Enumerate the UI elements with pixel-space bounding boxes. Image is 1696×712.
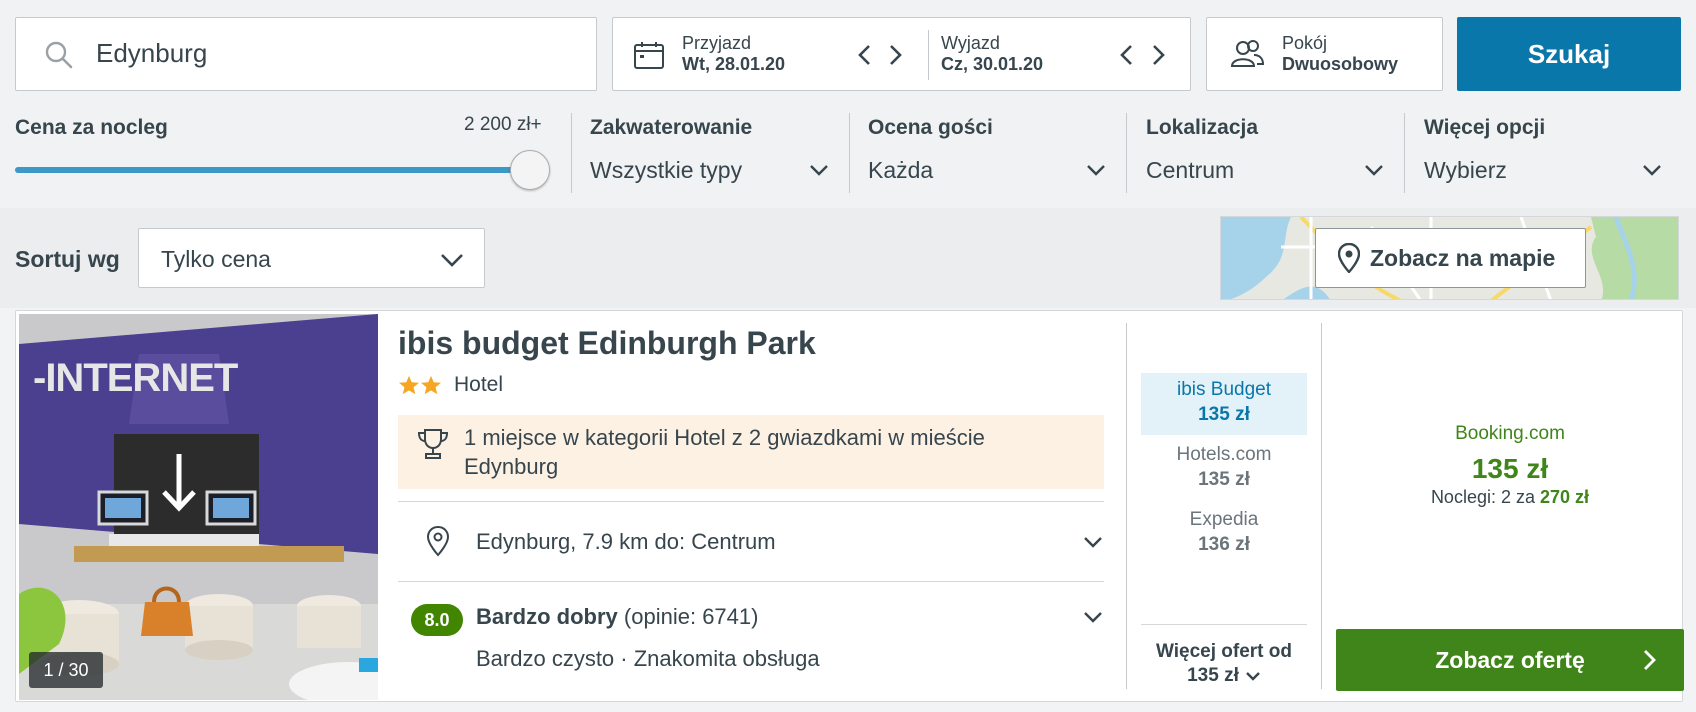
- checkout-next-chevron-icon[interactable]: [1150, 44, 1166, 66]
- more-offers-label: Więcej ofert od: [1155, 641, 1292, 662]
- nights-label: Noclegi: 2 za: [1430, 487, 1535, 507]
- chevron-down-icon: [809, 164, 829, 176]
- price-slider-track[interactable]: [15, 167, 530, 173]
- star-icon: [398, 375, 420, 395]
- checkin-value: Wt, 28.01.20: [682, 54, 786, 74]
- accommodation-title: Zakwaterowanie: [590, 116, 753, 139]
- chevron-down-icon: [1083, 536, 1103, 548]
- chevron-right-icon: [1642, 649, 1656, 671]
- chevron-down-icon: [1642, 164, 1662, 176]
- checkout-field[interactable]: Wyjazd Cz, 30.01.20: [941, 33, 1043, 75]
- room-value: Dwuosobowy: [1282, 54, 1398, 74]
- location-pin-icon: [426, 525, 450, 557]
- deal-provider: Expedia: [1189, 509, 1259, 530]
- divider: [398, 501, 1104, 502]
- checkin-label: Przyjazd: [682, 33, 752, 53]
- deal-expedia[interactable]: Expedia 136 zł: [1141, 509, 1307, 556]
- chevron-down-icon: [1245, 671, 1261, 681]
- rating-summary: Bardzo dobry (opinie: 6741): [476, 604, 758, 630]
- deal-ibis-budget[interactable]: ibis Budget 135 zł: [1141, 373, 1307, 435]
- review-count: (opinie: 6741): [623, 604, 759, 629]
- deal-price: 135 zł: [1198, 469, 1250, 490]
- hotel-photo[interactable]: -INTERNET 1 / 30: [19, 314, 378, 700]
- best-deal[interactable]: Booking.com 135 zł Noclegi: 2 za 270 zł: [1336, 423, 1684, 508]
- price-max-label: 2 200 zł+: [464, 114, 542, 135]
- column-divider: [1321, 323, 1322, 689]
- photo-counter: 1 / 30: [29, 652, 103, 688]
- price-slider-fill: [15, 167, 530, 173]
- location-text: Edynburg, 7.9 km do: Centrum: [476, 529, 776, 554]
- award-text: 1 miejsce w kategorii Hotel z 2 gwiazdka…: [464, 425, 985, 479]
- guests-icon: [1229, 38, 1265, 70]
- star-icon: [420, 375, 442, 395]
- hotel-type: Hotel: [454, 373, 504, 396]
- accommodation-value: Wszystkie typy: [590, 157, 743, 183]
- filter-divider: [849, 113, 850, 193]
- view-on-map-label: Zobacz na mapie: [1370, 245, 1556, 271]
- date-picker[interactable]: Przyjazd Wt, 28.01.20 Wyjazd Cz, 30.01.2…: [612, 17, 1191, 91]
- checkout-label: Wyjazd: [941, 33, 1000, 53]
- chevron-down-icon: [1086, 164, 1106, 176]
- deal-provider: ibis Budget: [1176, 379, 1271, 400]
- view-on-map-button[interactable]: Zobacz na mapie: [1315, 228, 1586, 288]
- award-banner: 1 miejsce w kategorii Hotel z 2 gwiazdka…: [398, 415, 1104, 489]
- more-offers-link[interactable]: Więcej ofert od 135 zł: [1141, 641, 1307, 687]
- hotel-stars: Hotel: [398, 373, 503, 397]
- photo-sign-text: -INTERNET: [33, 356, 238, 400]
- deal-hotels-com[interactable]: Hotels.com 135 zł: [1141, 444, 1307, 491]
- map-pin-icon: [1338, 243, 1360, 273]
- chevron-down-icon: [1083, 611, 1103, 623]
- checkin-next-chevron-icon[interactable]: [887, 44, 903, 66]
- divider: [1141, 624, 1307, 625]
- calendar-icon: [633, 40, 665, 70]
- search-button[interactable]: Szukaj: [1457, 17, 1681, 91]
- filter-divider: [1404, 113, 1405, 193]
- location-value: Centrum: [1146, 157, 1235, 183]
- checkout-prev-chevron-icon[interactable]: [1119, 44, 1135, 66]
- room-label: Pokój: [1282, 33, 1328, 53]
- more-options-title: Więcej opcji: [1424, 116, 1546, 139]
- sort-label: Sortuj wg: [15, 246, 120, 272]
- deal-price: 136 zł: [1198, 534, 1250, 555]
- sort-bar: Sortuj wg Tylko cena Zobacz na mapie: [0, 208, 1696, 308]
- search-panel: Edynburg Przyjazd Wt, 28.01.20 Wyjazd Cz…: [0, 0, 1696, 208]
- view-deal-label: Zobacz ofertę: [1435, 646, 1585, 673]
- rating-badge: 8.0: [411, 604, 463, 636]
- room-selector[interactable]: Pokój Dwuosobowy: [1206, 17, 1443, 91]
- chevron-down-icon: [1364, 164, 1384, 176]
- checkout-value: Cz, 30.01.20: [941, 54, 1044, 74]
- date-divider: [928, 30, 929, 80]
- guest-rating-value: Każda: [868, 157, 934, 183]
- destination-input[interactable]: Edynburg: [15, 17, 597, 91]
- more-offers-price: 135 zł: [1187, 665, 1239, 686]
- view-deal-button[interactable]: Zobacz ofertę: [1336, 629, 1684, 691]
- filter-divider: [571, 113, 572, 193]
- more-options-value: Wybierz: [1424, 157, 1507, 183]
- rating-text: Bardzo dobry: [476, 604, 618, 629]
- destination-value: Edynburg: [96, 38, 208, 68]
- deal-price: 135 zł: [1198, 404, 1250, 425]
- hotel-name[interactable]: ibis budget Edinburgh Park: [398, 325, 816, 362]
- location-title: Lokalizacja: [1146, 116, 1259, 139]
- deal-provider: Hotels.com: [1176, 444, 1272, 465]
- price-filter-title: Cena za nocleg: [15, 116, 168, 139]
- trophy-icon: [416, 427, 450, 461]
- column-divider: [1126, 323, 1127, 689]
- guest-rating-title: Ocena gości: [868, 116, 993, 139]
- search-icon: [44, 40, 74, 70]
- review-highlights: Bardzo czysto · Znakomita obsługa: [476, 646, 820, 671]
- filter-divider: [1126, 113, 1127, 193]
- best-deal-provider: Booking.com: [1455, 423, 1565, 444]
- hotel-card: -INTERNET 1 / 30 ibis budget Edinburgh P…: [15, 310, 1684, 702]
- sort-value: Tylko cena: [161, 246, 271, 272]
- checkin-prev-chevron-icon[interactable]: [857, 44, 873, 66]
- price-slider-handle[interactable]: [510, 150, 550, 190]
- sort-select[interactable]: Tylko cena: [138, 228, 485, 288]
- checkin-field[interactable]: Przyjazd Wt, 28.01.20: [682, 33, 785, 75]
- best-deal-price: 135 zł: [1471, 453, 1549, 484]
- chevron-down-icon: [440, 253, 464, 267]
- nights-summary: Noclegi: 2 za 270 zł: [1336, 487, 1684, 508]
- divider: [398, 581, 1104, 582]
- nights-total: 270 zł: [1540, 487, 1590, 507]
